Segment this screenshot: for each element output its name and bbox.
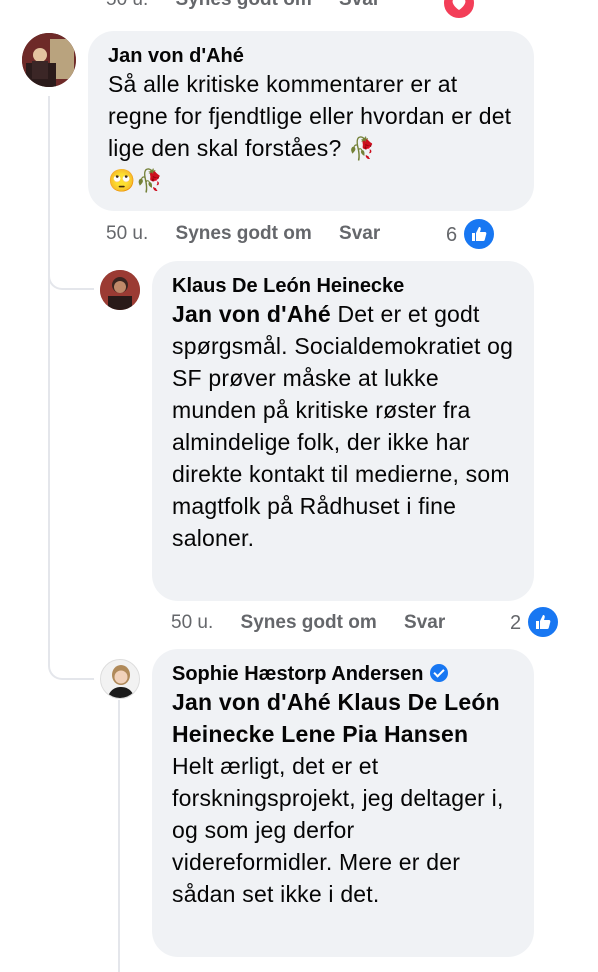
wilted-rose-icon: 🥀 (135, 168, 164, 193)
reply-action[interactable]: Svar (404, 612, 445, 633)
author-name[interactable]: Sophie Hæstorp Andersen (172, 663, 424, 685)
comment-author[interactable]: Jan von d'Ahé (108, 44, 244, 68)
like-count[interactable]: 2 (510, 611, 521, 635)
mention-link[interactable]: Jan von d'Ahé Klaus De León Heinecke Len… (172, 689, 500, 747)
reply-action[interactable]: Svar (339, 223, 380, 244)
thread-line-reply (118, 700, 120, 972)
like-action[interactable]: Synes godt om (176, 0, 312, 10)
like-action[interactable]: Synes godt om (176, 223, 312, 244)
comment-time[interactable]: 50 u. (171, 612, 213, 633)
comment-body: Det er et godt spørgsmål. Socialdemokrat… (172, 301, 514, 551)
avatar[interactable] (100, 270, 140, 310)
comment-time[interactable]: 50 u. (106, 223, 148, 244)
avatar[interactable] (100, 659, 140, 699)
comment-body: Helt ærligt, det er et forskningsprojekt… (172, 753, 504, 907)
thread-connector-2 (48, 640, 94, 680)
thread-connector-1 (48, 250, 94, 290)
mention-link[interactable]: Jan von d'Ahé (172, 301, 331, 327)
top-comment-actions: 50 u. Synes godt om Svar (106, 0, 380, 12)
eye-roll-face-icon: 🙄 (108, 168, 136, 193)
avatar[interactable] (22, 33, 76, 87)
wilted-rose-icon: 🥀 (348, 136, 376, 161)
comment-text: Jan von d'Ahé Klaus De León Heinecke Len… (172, 686, 508, 910)
like-action[interactable]: Synes godt om (241, 612, 377, 633)
like-reaction-icon[interactable] (462, 217, 496, 251)
comment-actions: 50 u. Synes godt om Svar (106, 222, 380, 246)
reply-action[interactable]: Svar (339, 0, 380, 10)
comment-actions: 50 u. Synes godt om Svar (171, 611, 445, 635)
comment-body: Så alle kritiske kommentarer er at regne… (108, 71, 512, 161)
comment-text: Jan von d'Ahé Det er et godt spørgsmål. … (172, 298, 522, 554)
comment-text: Så alle kritiske kommentarer er at regne… (108, 68, 520, 196)
comment-author[interactable]: Sophie Hæstorp Andersen (172, 662, 448, 686)
thread-line-main-lower (48, 286, 50, 642)
love-reaction-icon[interactable] (442, 0, 476, 20)
comment-author[interactable]: Klaus De León Heinecke (172, 274, 404, 298)
like-reaction-icon[interactable] (526, 605, 560, 639)
like-count[interactable]: 6 (446, 223, 457, 247)
verified-badge-icon (429, 664, 448, 682)
comment-time[interactable]: 50 u. (106, 0, 148, 10)
